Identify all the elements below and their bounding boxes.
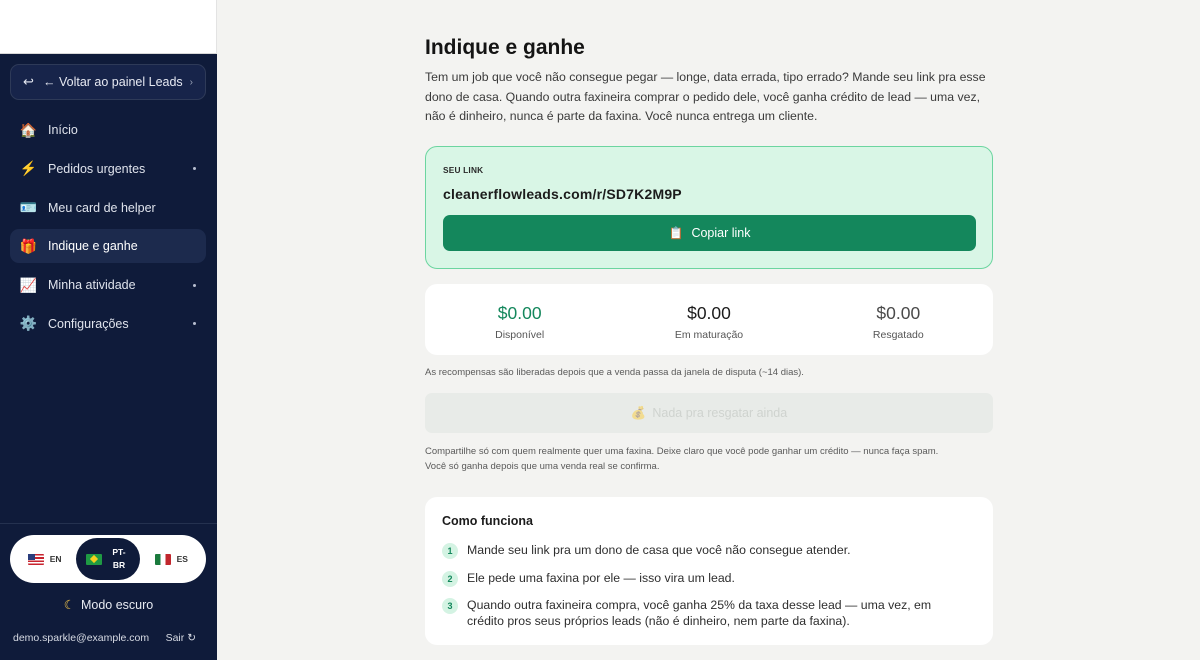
submenu-indicator-icon	[193, 167, 196, 171]
redeem-button-label: Nada pra resgatar ainda	[652, 406, 788, 420]
return-arrow-icon: ↩	[23, 74, 34, 89]
stat-label: Disponível	[495, 329, 545, 341]
stat-value: $0.00	[687, 303, 731, 323]
how-it-works-title: Como funciona	[442, 514, 533, 528]
step-number: 2	[442, 571, 458, 587]
sidebar-item-label: Início	[48, 123, 78, 137]
step-item: 1 Mande seu link pra um dono de casa que…	[442, 542, 967, 559]
submenu-indicator-icon	[193, 283, 196, 287]
sidebar-item-label: Indique e ganhe	[48, 239, 138, 254]
referral-url[interactable]: cleanerflowleads.com/r/SD7K2M9P	[443, 186, 682, 202]
share-note: Compartilhe só com quem realmente quer u…	[425, 444, 993, 474]
language-option-es[interactable]: ES	[140, 538, 203, 580]
dark-mode-label: Modo escuro	[80, 598, 154, 612]
step-item: 3 Quando outra faxineira compra, você ga…	[442, 597, 967, 629]
stat-maturing: $0.00 Em maturação	[614, 284, 803, 355]
clipboard-icon: 📋	[668, 226, 684, 240]
dark-mode-toggle[interactable]: ☾ Modo escuro	[0, 597, 217, 612]
language-option-pt-br[interactable]: PT- BR	[76, 538, 140, 580]
lightning-icon: ⚡	[19, 160, 38, 177]
language-code: PT- BR	[112, 547, 126, 570]
step-text: Ele pede uma faxina por ele — isso vira …	[467, 571, 735, 585]
br-flag-icon	[85, 553, 102, 565]
step-text: Quando outra faxineira compra, você ganh…	[467, 598, 932, 628]
submenu-indicator-icon	[193, 322, 196, 326]
step-number: 3	[442, 598, 458, 614]
sidebar-nav: 🏠 Início ⚡ Pedidos urgentes 🪪 Meu card d…	[10, 113, 206, 346]
sidebar-item-indique-e-ganhe[interactable]: 🎁 Indique e ganhe	[10, 229, 206, 264]
sidebar: ↩ ← Voltar ao painel Leads › 🏠 Início ⚡ …	[0, 0, 217, 660]
intro-text: Tem um job que você não consegue pegar —…	[425, 70, 986, 123]
chevron-right-icon: ›	[189, 76, 193, 88]
mx-flag-icon	[154, 553, 171, 565]
back-button-label: ← Voltar ao painel Leads	[43, 75, 183, 89]
redeem-button[interactable]: 💰 Nada pra resgatar ainda	[425, 393, 993, 433]
sidebar-divider	[0, 523, 217, 524]
user-email: demo.sparkle@example.com	[13, 632, 150, 644]
share-note-line: Você só ganha depois que uma venda real …	[425, 461, 660, 472]
language-switcher: EN PT- BR ES	[10, 535, 206, 583]
sidebar-item-label: Configurações	[48, 316, 129, 331]
share-note-line: Compartilhe só com quem realmente quer u…	[425, 446, 939, 457]
back-to-leads-button[interactable]: ↩ ← Voltar ao painel Leads ›	[10, 64, 206, 100]
stat-label: Em maturação	[674, 329, 744, 341]
money-bag-icon: 💰	[630, 405, 647, 420]
sidebar-item-minha-atividade[interactable]: 📈 Minha atividade	[10, 268, 206, 302]
gift-icon: 🎁	[19, 237, 38, 254]
sidebar-item-label: Pedidos urgentes	[48, 161, 146, 176]
moon-icon: ☾	[63, 598, 75, 612]
stat-value: $0.00	[876, 303, 921, 323]
sidebar-item-pedidos-urgentes[interactable]: ⚡ Pedidos urgentes	[10, 152, 206, 186]
stat-available: $0.00 Disponível	[425, 284, 614, 355]
language-code: EN	[49, 554, 62, 564]
step-number: 1	[442, 543, 458, 559]
logout-icon: ↻	[187, 632, 196, 644]
sidebar-item-inicio[interactable]: 🏠 Início	[10, 113, 206, 147]
sidebar-item-meu-card[interactable]: 🪪 Meu card de helper	[10, 191, 206, 225]
page-title: Indique e ganhe	[425, 36, 585, 59]
stat-label: Resgatado	[872, 329, 924, 341]
house-icon: 🏠	[19, 121, 38, 138]
stat-value: $0.00	[497, 303, 542, 323]
link-card-label: SEU LINK	[443, 165, 484, 175]
referral-link-card: SEU LINK cleanerflowleads.com/r/SD7K2M9P…	[425, 146, 993, 269]
logout-label: Sair	[165, 632, 185, 644]
language-option-en[interactable]: EN	[13, 538, 76, 580]
step-item: 2 Ele pede uma faxina por ele — isso vir…	[442, 570, 967, 587]
user-row: demo.sparkle@example.com Sair ↻	[13, 632, 196, 644]
how-it-works-card: Como funciona 1 Mande seu link pra um do…	[425, 497, 993, 645]
sidebar-header	[0, 0, 217, 54]
copy-link-button[interactable]: 📋 Copiar link	[443, 215, 976, 251]
sidebar-item-label: Minha atividade	[48, 278, 136, 293]
id-card-icon: 🪪	[19, 199, 38, 216]
chart-icon: 📈	[19, 276, 38, 293]
us-flag-icon	[27, 553, 44, 565]
release-note: As recompensas são liberadas depois que …	[425, 367, 804, 378]
logout-button[interactable]: Sair ↻	[166, 632, 196, 644]
gear-icon: ⚙️	[19, 315, 38, 332]
copy-link-label: Copiar link	[691, 226, 751, 240]
step-text: Mande seu link pra um dono de casa que v…	[467, 543, 851, 557]
rewards-stats: $0.00 Disponível $0.00 Em maturação $0.0…	[425, 284, 993, 355]
language-code: ES	[176, 554, 188, 564]
stat-redeemed: $0.00 Resgatado	[804, 284, 993, 355]
sidebar-item-configuracoes[interactable]: ⚙️ Configurações	[10, 307, 206, 341]
sidebar-item-label: Meu card de helper	[48, 200, 156, 215]
